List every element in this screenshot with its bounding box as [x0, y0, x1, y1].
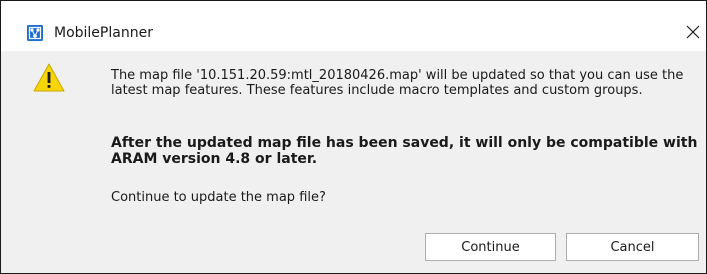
- window-title: MobilePlanner: [54, 25, 153, 41]
- cancel-button[interactable]: Cancel: [566, 233, 699, 261]
- close-icon: [686, 25, 700, 39]
- dialog-body: The map file '10.151.20.59:mtl_20180426.…: [1, 51, 706, 273]
- update-message: The map file '10.151.20.59:mtl_20180426.…: [111, 68, 684, 98]
- close-button[interactable]: [681, 19, 705, 45]
- mobileplanner-app-icon: [27, 25, 43, 41]
- title-bar: MobilePlanner: [1, 1, 706, 51]
- continue-question: Continue to update the map file?: [111, 190, 326, 205]
- warning-icon: [33, 63, 65, 92]
- mobileplanner-dialog: MobilePlanner The map file '10.151.20.59…: [0, 0, 707, 274]
- continue-button[interactable]: Continue: [425, 233, 556, 261]
- compatibility-warning: After the updated map file has been save…: [111, 135, 698, 167]
